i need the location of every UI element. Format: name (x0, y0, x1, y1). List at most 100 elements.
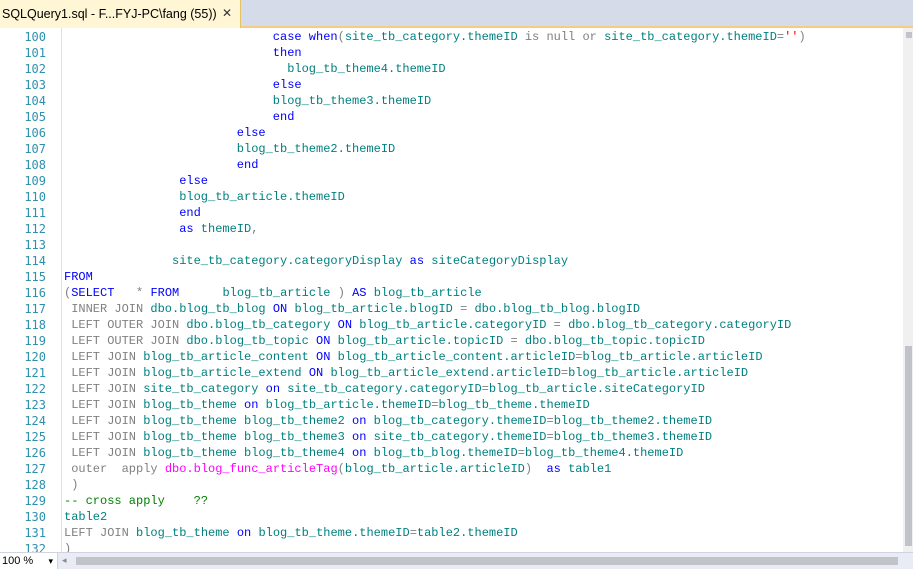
code-token: blog_tb_article.topicID (337, 334, 504, 348)
vertical-scroll-thumb[interactable] (905, 346, 912, 546)
code-token: ) (64, 542, 72, 552)
code-token: ) (330, 286, 353, 300)
code-token: on (229, 526, 259, 540)
code-token: blog_tb_theme3.themeID (272, 94, 432, 108)
code-text: LEFT JOIN blog_tb_article_content ON blo… (71, 349, 762, 365)
code-token: = (546, 430, 554, 444)
scroll-marker (906, 32, 912, 38)
code-text: outer apply dbo.blog_func_articleTag(blo… (71, 461, 611, 477)
code-text: site_tb_category.categoryDisplay as site… (172, 253, 568, 269)
code-line[interactable]: 121 LEFT JOIN blog_tb_article_extend ON b… (0, 365, 903, 381)
code-line[interactable]: 107 blog_tb_theme2.themeID (0, 141, 903, 157)
code-text: else (237, 125, 266, 141)
code-line[interactable]: 101 then (0, 45, 903, 61)
code-token: blog_tb_blog.themeID (373, 446, 518, 460)
line-number: 115 (24, 270, 46, 284)
code-line[interactable]: 132) (0, 541, 903, 552)
code-token: blog_tb_article.themeID (265, 398, 432, 412)
code-line[interactable]: 124 LEFT JOIN blog_tb_theme blog_tb_theme… (0, 413, 903, 429)
code-line[interactable]: 118 LEFT OUTER JOIN dbo.blog_tb_category … (0, 317, 903, 333)
code-token: blog_tb_theme.themeID (438, 398, 590, 412)
vertical-scrollbar[interactable] (903, 28, 913, 552)
line-number: 105 (24, 110, 46, 124)
code-line[interactable]: 120 LEFT JOIN blog_tb_article_content ON … (0, 349, 903, 365)
code-token: , (251, 222, 259, 236)
code-text: end (273, 109, 295, 125)
line-number: 130 (24, 510, 46, 524)
code-token: = (546, 318, 569, 332)
code-token: else (236, 126, 266, 140)
code-line[interactable]: 106 else (0, 125, 903, 141)
code-line[interactable]: 125 LEFT JOIN blog_tb_theme blog_tb_theme… (0, 429, 903, 445)
code-token: as (179, 222, 201, 236)
code-token: ON (330, 318, 360, 332)
code-text: table2 (64, 509, 107, 525)
scroll-left-icon[interactable]: ◂ (62, 556, 72, 566)
code-token: = (452, 302, 475, 316)
code-line[interactable]: 111 end (0, 205, 903, 221)
line-number: 110 (24, 190, 46, 204)
code-line[interactable]: 131 LEFT JOIN blog_tb_theme on blog_tb_th… (0, 525, 903, 541)
horizontal-scroll-thumb[interactable] (76, 557, 898, 565)
code-line[interactable]: 126 LEFT JOIN blog_tb_theme blog_tb_theme… (0, 445, 903, 461)
code-token: blog_tb_article.blogID (294, 302, 453, 316)
code-token: INNER JOIN (71, 302, 151, 316)
code-line[interactable]: 103 else (0, 77, 903, 93)
sql-editor[interactable]: 100 case when(site_tb_category.themeID is… (0, 28, 903, 552)
code-line[interactable]: 108 end (0, 157, 903, 173)
code-token: blog_tb_theme (136, 526, 230, 540)
code-text: LEFT JOIN site_tb_category on site_tb_ca… (71, 381, 705, 397)
code-token: FROM (150, 286, 180, 300)
code-line[interactable]: 110 blog_tb_article.themeID (0, 189, 903, 205)
code-token: on (344, 446, 374, 460)
horizontal-scrollbar[interactable]: ◂ (62, 554, 902, 568)
code-line[interactable]: 115 FROM (0, 269, 903, 285)
line-number: 126 (24, 446, 46, 460)
code-token: site_tb_category (143, 382, 259, 396)
code-token: site_tb_category.categoryDisplay (172, 254, 403, 268)
code-line[interactable]: 130 table2 (0, 509, 903, 525)
code-line[interactable]: 114 site_tb_category.categoryDisplay as s… (0, 253, 903, 269)
code-token: LEFT JOIN (71, 366, 144, 380)
code-token: blog_tb_article_content (143, 350, 309, 364)
code-line[interactable]: 112 as themeID, (0, 221, 903, 237)
code-line[interactable]: 127 outer apply dbo.blog_func_articleTag(… (0, 461, 903, 477)
code-line[interactable]: 128) (0, 477, 903, 493)
code-text: ) (64, 541, 71, 552)
code-text: (SELECT * FROM blog_tb_article ) AS blog… (64, 285, 482, 301)
code-line[interactable]: 117 INNER JOIN dbo.blog_tb_blog ON blog_t… (0, 301, 903, 317)
code-text: else (273, 77, 302, 93)
code-token: siteCategoryDisplay (431, 254, 569, 268)
tab-sqlquery1[interactable]: SQLQuery1.sql - F...FYJ-PC\fang (55)) ✕ (0, 0, 241, 28)
code-token: case when (272, 30, 338, 44)
code-line[interactable]: 100 case when(site_tb_category.themeID is… (0, 29, 903, 45)
line-number: 107 (24, 142, 46, 156)
code-token: ) (71, 478, 79, 492)
code-token: site_tb_category.categoryID (287, 382, 482, 396)
code-line[interactable]: 113 (0, 237, 903, 253)
line-number: 121 (24, 366, 46, 380)
line-number: 116 (24, 286, 46, 300)
line-number: 114 (24, 254, 46, 268)
code-line[interactable]: 123 LEFT JOIN blog_tb_theme on blog_tb_ar… (0, 397, 903, 413)
close-icon[interactable]: ✕ (220, 6, 234, 20)
code-line[interactable]: 122 LEFT JOIN site_tb_category on site_tb… (0, 381, 903, 397)
code-token: = (546, 414, 554, 428)
code-line[interactable]: 109 else (0, 173, 903, 189)
line-number: 106 (24, 126, 46, 140)
code-token: blog_tb_theme (143, 398, 237, 412)
code-line[interactable]: 104 blog_tb_theme3.themeID (0, 93, 903, 109)
code-line[interactable]: 129 -- cross apply ?? (0, 493, 903, 509)
code-line[interactable]: 105 end (0, 109, 903, 125)
code-token: * (114, 286, 151, 300)
zoom-dropdown[interactable]: 100 % ▾ (0, 553, 58, 569)
code-text: LEFT JOIN blog_tb_theme blog_tb_theme4 o… (71, 445, 683, 461)
code-line[interactable]: 116 (SELECT * FROM blog_tb_article ) AS b… (0, 285, 903, 301)
code-token: blog_tb_article (222, 286, 331, 300)
code-line[interactable]: 119 LEFT OUTER JOIN dbo.blog_tb_topic ON … (0, 333, 903, 349)
code-line[interactable]: 102 blog_tb_theme4.themeID (0, 61, 903, 77)
code-text: blog_tb_theme3.themeID (273, 93, 431, 109)
line-number: 111 (24, 206, 46, 220)
code-text: blog_tb_theme4.themeID (287, 61, 445, 77)
